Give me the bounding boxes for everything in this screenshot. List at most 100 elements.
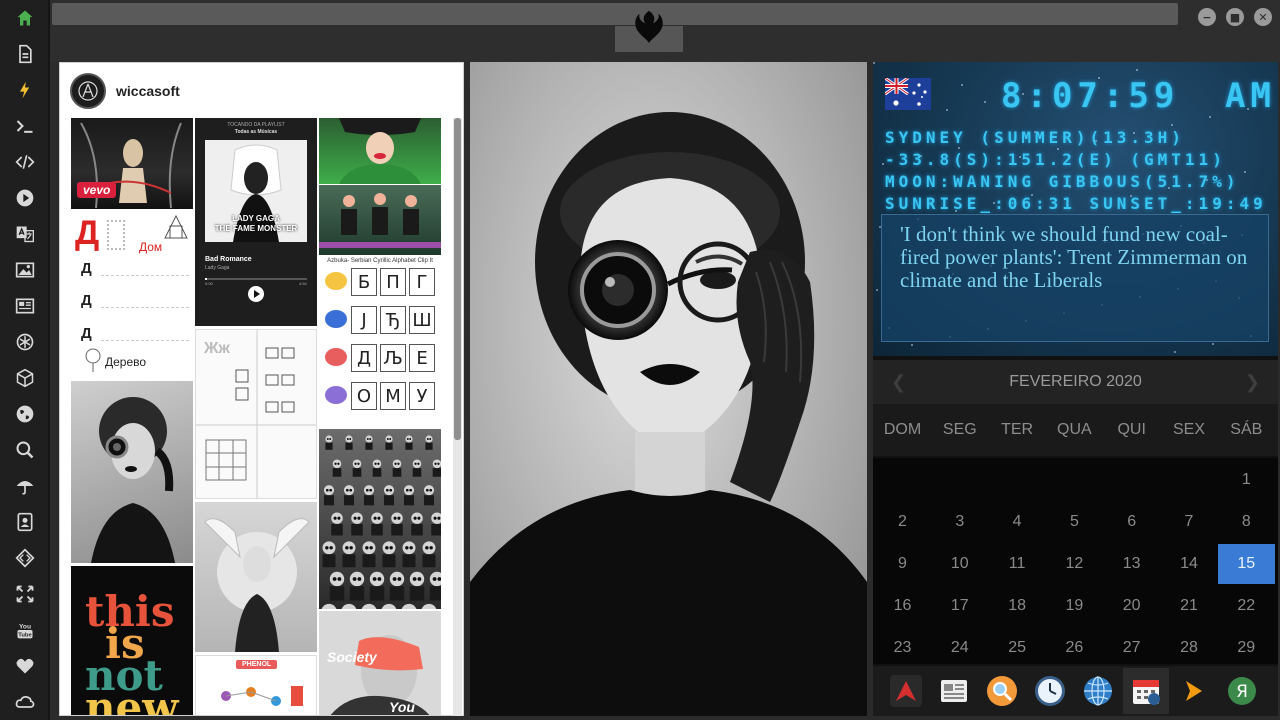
minimize-button[interactable]: − xyxy=(1198,8,1216,26)
pin-three-dancers[interactable] xyxy=(319,185,441,255)
clock-icon[interactable] xyxy=(1033,674,1067,708)
document-icon[interactable] xyxy=(13,43,37,65)
play-button[interactable] xyxy=(248,286,264,302)
calendar-icon[interactable] xyxy=(1129,674,1163,708)
star xyxy=(1244,171,1246,173)
calendar-day[interactable]: 9 xyxy=(874,544,931,584)
calendar-day[interactable]: 16 xyxy=(874,586,931,626)
calendar-day[interactable]: 17 xyxy=(931,586,988,626)
australia-flag-icon xyxy=(885,78,931,110)
chevron-left-icon[interactable]: ❮ xyxy=(891,372,906,393)
pin-spotify-playlist[interactable]: TOCANDO DA PLAYLIST Todas as Músicas LAD… xyxy=(195,118,317,326)
line-letter: Д xyxy=(81,260,92,277)
pin-masked-crowd[interactable] xyxy=(319,429,441,609)
pin-society-you[interactable]: Society You xyxy=(319,611,441,715)
calendar-day[interactable]: 23 xyxy=(874,628,931,664)
calendar-day[interactable]: 28 xyxy=(1161,628,1218,664)
alphabet-letter: Б xyxy=(351,268,377,296)
calendar-day[interactable]: 8 xyxy=(1218,502,1275,542)
profile-header[interactable]: wiccasoft xyxy=(70,73,180,109)
code-icon[interactable] xyxy=(13,151,37,173)
address-bar[interactable] xyxy=(52,3,1178,25)
star xyxy=(1136,69,1138,71)
pin-cyrillic-handwriting[interactable]: Д Дом Д Д Д Дерево xyxy=(71,210,193,378)
globe-icon[interactable] xyxy=(1081,674,1115,708)
pin-green-jacket[interactable] xyxy=(319,118,441,184)
close-button[interactable]: ✕ xyxy=(1254,8,1272,26)
alphabet-letter: Г xyxy=(409,268,435,296)
pin-phenol-chart[interactable]: PHENOL xyxy=(195,655,317,715)
terminal-icon[interactable] xyxy=(13,115,37,137)
star xyxy=(961,84,963,86)
svg-text:You: You xyxy=(19,623,31,630)
progress-bar[interactable] xyxy=(205,278,307,280)
scrollbar-thumb[interactable] xyxy=(454,118,461,440)
calendar-day[interactable]: 26 xyxy=(1046,628,1103,664)
calendar-day[interactable]: 10 xyxy=(931,544,988,584)
calendar-month-title[interactable]: FEVEREIRO 2020 xyxy=(1009,373,1142,391)
umbrella-icon[interactable] xyxy=(13,475,37,497)
news-icon[interactable] xyxy=(13,295,37,317)
calendar-day[interactable]: 22 xyxy=(1218,586,1275,626)
pin-winged-head[interactable] xyxy=(195,502,317,652)
calendar-day[interactable]: 18 xyxy=(989,586,1046,626)
expand-icon[interactable] xyxy=(13,583,37,605)
maximize-button[interactable]: ■ xyxy=(1226,8,1244,26)
lightning-icon[interactable] xyxy=(13,79,37,101)
openai-icon[interactable] xyxy=(13,331,37,353)
avatar[interactable] xyxy=(70,73,106,109)
news-headline-card[interactable]: 'I don't think we should fund new coal-f… xyxy=(881,214,1269,342)
arrow-play-icon[interactable] xyxy=(1177,674,1211,708)
heart-icon[interactable] xyxy=(13,655,37,677)
calendar-day[interactable]: 12 xyxy=(1046,544,1103,584)
calendar-day[interactable]: 27 xyxy=(1103,628,1160,664)
calendar-day[interactable]: 20 xyxy=(1103,586,1160,626)
image-icon[interactable] xyxy=(13,259,37,281)
calendar-day[interactable]: 7 xyxy=(1161,502,1218,542)
arch-icon[interactable] xyxy=(889,674,923,708)
calendar-day[interactable]: 3 xyxy=(931,502,988,542)
news-headline[interactable]: 'I don't think we should fund new coal-f… xyxy=(900,223,1250,292)
calendar-day[interactable]: 14 xyxy=(1161,544,1218,584)
contacts-icon[interactable] xyxy=(13,511,37,533)
clock-time: 8:07:59 xyxy=(1001,76,1180,116)
globe-icon[interactable] xyxy=(13,403,37,425)
yandex-icon[interactable]: Я xyxy=(1225,674,1259,708)
calendar-day[interactable]: 25 xyxy=(989,628,1046,664)
calendar-day[interactable]: 4 xyxy=(989,502,1046,542)
chevron-right-icon[interactable]: ❯ xyxy=(1245,372,1260,393)
calendar-day[interactable]: 19 xyxy=(1046,586,1103,626)
calendar-day[interactable]: 5 xyxy=(1046,502,1103,542)
search-magnifier-icon[interactable] xyxy=(985,674,1019,708)
star xyxy=(1174,351,1176,353)
calendar-day[interactable]: 1 xyxy=(1218,460,1275,500)
play-icon[interactable] xyxy=(13,187,37,209)
widget-panel: 8:07:59 AM SYDNEY (SUMMER)(13.3H) -33.8(… xyxy=(873,62,1278,716)
calendar-day-selected[interactable]: 15 xyxy=(1217,544,1275,584)
pin-lady-gaga-vevo[interactable]: vevo xyxy=(71,118,193,209)
profile-username[interactable]: wiccasoft xyxy=(116,83,180,99)
calendar-day[interactable]: 21 xyxy=(1161,586,1218,626)
calendar-day[interactable]: 29 xyxy=(1218,628,1275,664)
pin-worksheet[interactable]: Жж xyxy=(195,329,317,499)
pin-cyrillic-alphabet[interactable]: Azbuka- Serbian Cyrillic Alphabet Clip I… xyxy=(319,256,441,426)
pin-this-is-not-new[interactable]: this is not new xyxy=(71,566,193,715)
album-cover[interactable]: LADY GAGA THE FAME MONSTER xyxy=(205,140,307,242)
home-icon[interactable] xyxy=(13,7,37,29)
news-reader-icon[interactable] xyxy=(937,674,971,708)
translate-icon[interactable] xyxy=(13,223,37,245)
calendar-day[interactable]: 2 xyxy=(874,502,931,542)
pin-monocle-woman[interactable] xyxy=(71,381,193,563)
calendar-day[interactable]: 24 xyxy=(931,628,988,664)
youtube-icon[interactable]: You Tube xyxy=(13,619,37,641)
calendar-day[interactable]: 11 xyxy=(989,544,1046,584)
rebel-alliance-icon[interactable] xyxy=(630,8,668,46)
calendar-day[interactable]: 13 xyxy=(1103,544,1160,584)
pinterest-scrollbar[interactable] xyxy=(453,118,462,716)
calendar-day[interactable]: 6 xyxy=(1103,502,1160,542)
time-elapsed: 0:00 xyxy=(205,281,213,286)
diamond-code-icon[interactable] xyxy=(13,547,37,569)
cloud-icon[interactable] xyxy=(13,691,37,713)
cube-icon[interactable] xyxy=(13,367,37,389)
search-icon[interactable] xyxy=(13,439,37,461)
